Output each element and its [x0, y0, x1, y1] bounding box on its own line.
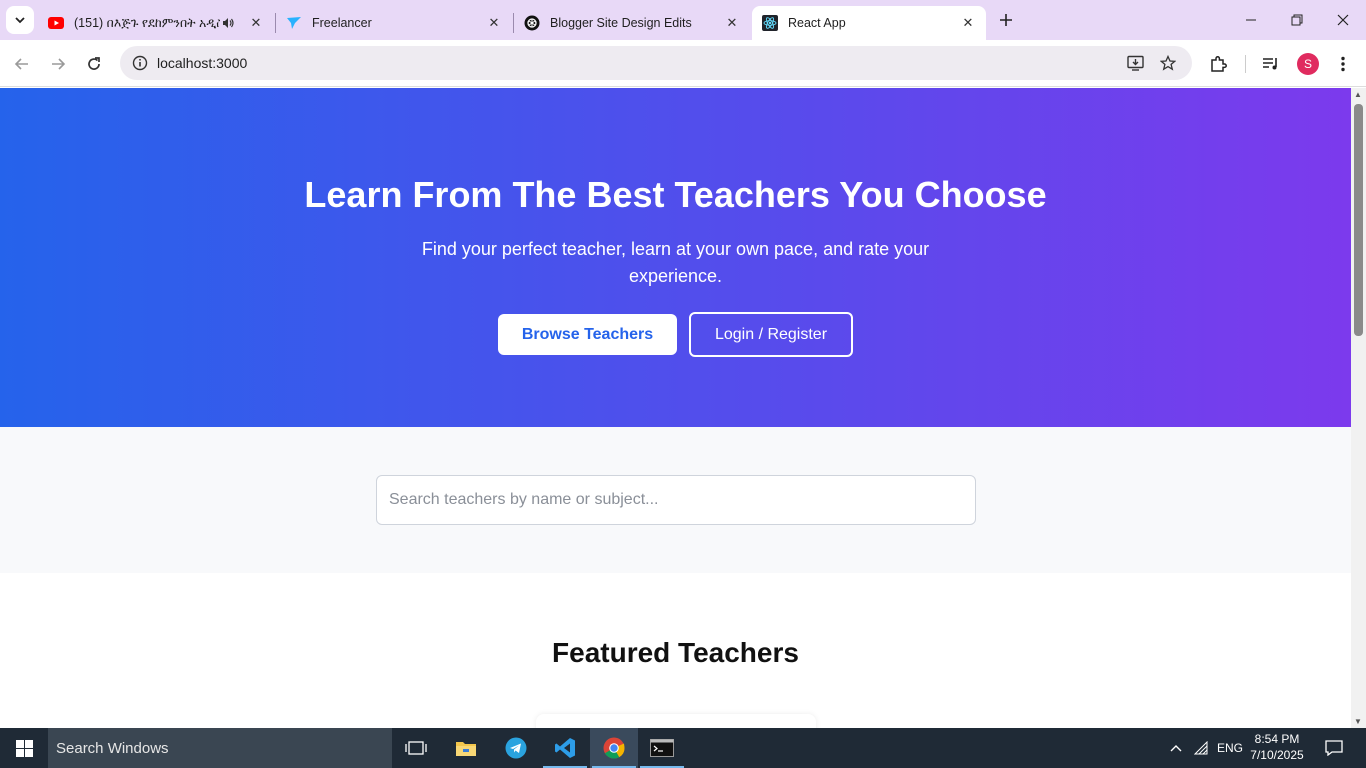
search-section [0, 427, 1351, 573]
hero-section: Learn From The Best Teachers You Choose … [0, 88, 1351, 427]
task-view-icon [405, 741, 427, 755]
tab-title: Freelancer [312, 16, 372, 30]
teacher-search-input[interactable] [376, 475, 976, 525]
clock-time: 8:54 PM [1254, 732, 1300, 746]
scroll-down-arrow-icon[interactable]: ▼ [1354, 717, 1362, 726]
toolbar-divider [1245, 55, 1246, 73]
terminal-button[interactable] [638, 728, 686, 768]
arrow-left-icon [14, 58, 28, 70]
page-viewport: Learn From The Best Teachers You Choose … [0, 88, 1351, 728]
vscode-button[interactable] [541, 728, 589, 768]
chevron-down-icon [15, 17, 25, 24]
reload-icon [88, 57, 100, 70]
folder-icon [456, 742, 476, 756]
notification-icon [1325, 740, 1343, 756]
plus-icon [1000, 14, 1012, 26]
terminal-icon [650, 739, 674, 757]
tab-react-app[interactable]: React App ✕ [752, 6, 986, 40]
chatgpt-icon [524, 15, 540, 31]
login-register-button[interactable]: Login / Register [689, 312, 853, 357]
scrollbar-thumb[interactable] [1354, 104, 1363, 336]
url-text: localhost:3000 [157, 55, 248, 71]
bookmark-star-icon[interactable] [1156, 51, 1180, 75]
restore-icon [1291, 14, 1303, 26]
windows-taskbar: Search Windows ENG 8:54 PM 7/10/2025 [0, 728, 1366, 768]
chrome-icon [603, 737, 625, 759]
kebab-menu-icon[interactable] [1329, 50, 1357, 78]
extensions-icon[interactable] [1204, 50, 1232, 78]
arrow-right-icon [52, 58, 66, 70]
taskbar-search-box[interactable]: Search Windows [48, 728, 392, 768]
tab-close-icon[interactable]: ✕ [486, 15, 502, 31]
browse-teachers-button[interactable]: Browse Teachers [498, 314, 677, 355]
page-scrollbar[interactable]: ▲ ▼ [1351, 88, 1366, 728]
tab-title: (151) በእጅጉ የደከምንበት አዲስ [74, 15, 220, 30]
youtube-icon [48, 15, 64, 31]
address-bar[interactable]: localhost:3000 [120, 46, 1192, 80]
react-icon [762, 15, 778, 31]
new-tab-button[interactable] [994, 8, 1018, 32]
hero-title: Learn From The Best Teachers You Choose [304, 174, 1047, 215]
freelancer-icon [286, 15, 302, 31]
action-center-button[interactable] [1318, 728, 1350, 768]
install-app-icon[interactable] [1124, 51, 1148, 75]
teacher-card[interactable] [536, 714, 816, 728]
profile-avatar[interactable]: S [1297, 53, 1319, 75]
tab-close-icon[interactable]: ✕ [248, 15, 264, 31]
minimize-button[interactable] [1228, 0, 1274, 40]
file-explorer-button[interactable] [442, 728, 490, 768]
minimize-icon [1246, 19, 1256, 21]
forward-button[interactable] [44, 50, 72, 78]
windows-logo-icon [15, 739, 33, 757]
site-info-icon[interactable] [128, 51, 152, 75]
close-icon [1337, 14, 1349, 26]
scroll-up-arrow-icon[interactable]: ▲ [1354, 90, 1362, 99]
tab-title: React App [788, 16, 846, 30]
show-hidden-icons-button[interactable] [1164, 728, 1188, 768]
restore-button[interactable] [1274, 0, 1320, 40]
chrome-button[interactable] [590, 728, 638, 768]
task-view-button[interactable] [392, 728, 440, 768]
vscode-icon [555, 738, 575, 758]
browser-toolbar: localhost:3000 S [0, 40, 1366, 87]
close-window-button[interactable] [1320, 0, 1366, 40]
tab-freelancer[interactable]: Freelancer ✕ [276, 6, 512, 40]
telegram-icon [505, 737, 527, 759]
tab-youtube[interactable]: (151) በእጅጉ የደከምንበት አዲስ ✕ [38, 6, 274, 40]
media-controls-icon[interactable] [1257, 50, 1285, 78]
clock-date: 7/10/2025 [1250, 748, 1304, 762]
browser-tab-strip: (151) በእጅጉ የደከምንበት አዲስ ✕ Freelancer ✕ Bl… [0, 0, 1366, 40]
reload-button[interactable] [80, 50, 108, 78]
tab-close-icon[interactable]: ✕ [960, 15, 976, 31]
chevron-up-icon [1170, 745, 1182, 752]
start-button[interactable] [0, 728, 48, 768]
featured-teachers-heading: Featured Teachers [552, 637, 799, 668]
tab-search-button[interactable] [6, 6, 34, 34]
network-icon[interactable] [1190, 728, 1214, 768]
back-button[interactable] [8, 50, 36, 78]
speaker-icon[interactable] [220, 15, 236, 31]
hero-subtitle: Find your perfect teacher, learn at your… [421, 239, 930, 286]
language-indicator[interactable]: ENG [1214, 728, 1246, 768]
tab-title: Blogger Site Design Edits [550, 16, 692, 30]
tab-chatgpt[interactable]: Blogger Site Design Edits ✕ [514, 6, 750, 40]
telegram-button[interactable] [492, 728, 540, 768]
taskbar-clock[interactable]: 8:54 PM 7/10/2025 [1246, 731, 1308, 763]
tab-close-icon[interactable]: ✕ [724, 15, 740, 31]
